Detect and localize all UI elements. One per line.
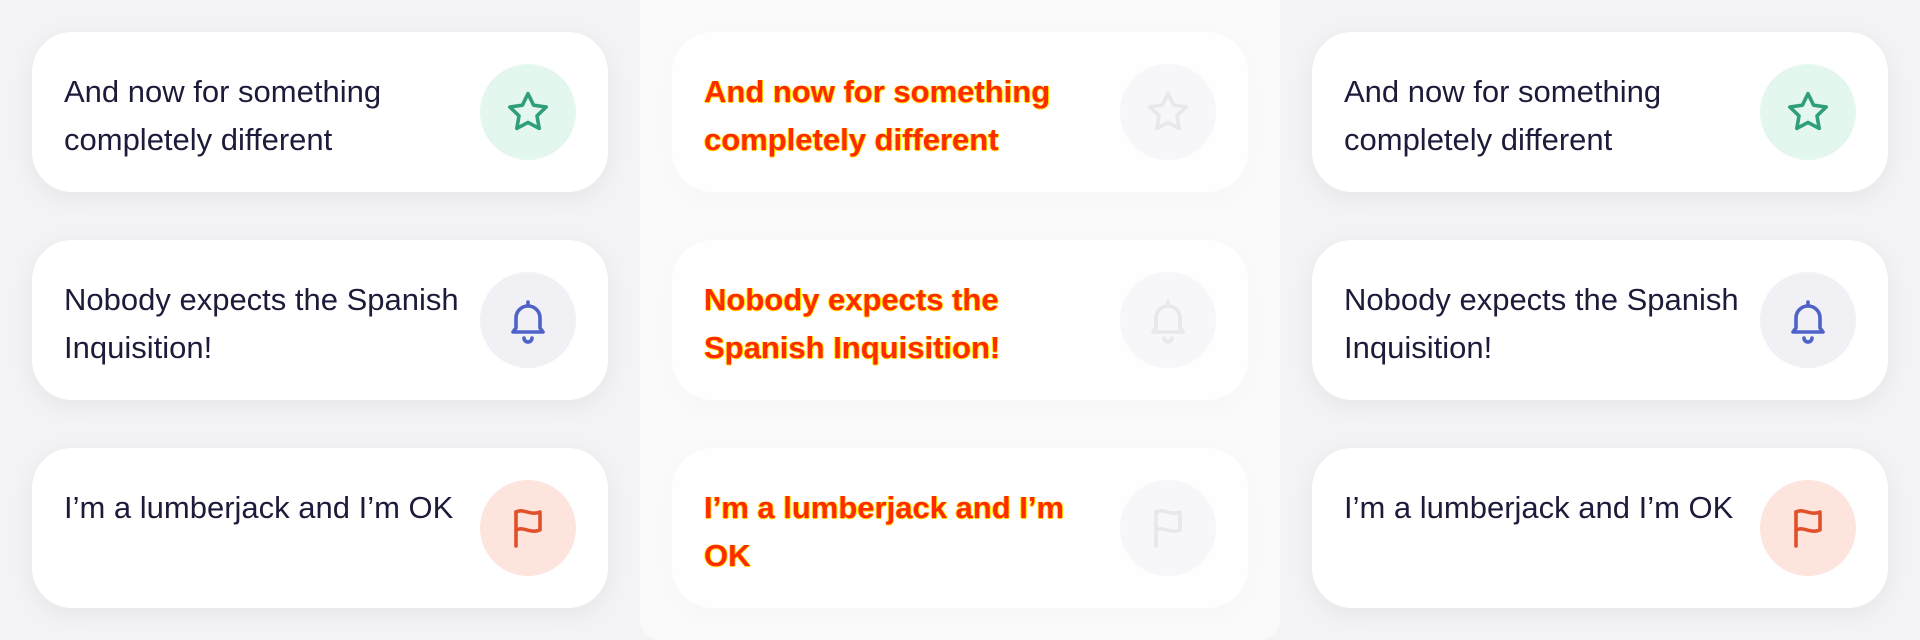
icon-badge[interactable] xyxy=(1760,272,1856,368)
column-middle: And now for something completely differe… xyxy=(640,0,1280,640)
icon-badge[interactable] xyxy=(1760,480,1856,576)
column-left: And now for something completely differe… xyxy=(0,0,640,640)
icon-badge[interactable] xyxy=(480,64,576,160)
notification-card[interactable]: Nobody expects the Spanish Inquisition! xyxy=(1312,240,1888,400)
column-right: And now for something completely differe… xyxy=(1280,0,1920,640)
flag-icon xyxy=(1794,509,1822,548)
icon-badge[interactable] xyxy=(1760,64,1856,160)
icon-badge[interactable] xyxy=(480,272,576,368)
notification-card[interactable]: And now for something completely differe… xyxy=(1312,32,1888,192)
icon-badge[interactable] xyxy=(1120,480,1216,576)
card-text: Nobody expects the Spanish Inquisition! xyxy=(1344,282,1739,365)
star-icon xyxy=(508,91,548,131)
icon-badge[interactable] xyxy=(1120,64,1216,160)
notification-card[interactable]: And now for something completely differe… xyxy=(672,32,1248,192)
star-icon xyxy=(1148,91,1188,131)
card-text: Nobody expects the Spanish Inquisition! xyxy=(64,282,459,365)
star-icon xyxy=(1788,91,1828,131)
icon-badge[interactable] xyxy=(480,480,576,576)
bell-icon xyxy=(1151,300,1185,344)
notification-card[interactable]: I’m a lumberjack and I’m OK xyxy=(1312,448,1888,608)
flag-icon xyxy=(514,509,542,548)
bell-icon xyxy=(511,300,545,344)
card-text: And now for something completely differe… xyxy=(1344,74,1662,157)
bell-icon xyxy=(1791,300,1825,344)
card-text: I’m a lumberjack and I’m OK xyxy=(1344,490,1734,525)
notification-card[interactable]: And now for something completely differe… xyxy=(32,32,608,192)
notification-grid: And now for something completely differe… xyxy=(0,0,1920,640)
card-text: And now for something completely differe… xyxy=(64,74,382,157)
card-text: I’m a lumberjack and I’m OK xyxy=(64,490,454,525)
card-text: I’m a lumberjack and I’m OK xyxy=(704,490,1065,573)
card-text: And now for something completely differe… xyxy=(704,74,1051,157)
notification-card[interactable]: I’m a lumberjack and I’m OK xyxy=(672,448,1248,608)
icon-badge[interactable] xyxy=(1120,272,1216,368)
notification-card[interactable]: I’m a lumberjack and I’m OK xyxy=(32,448,608,608)
flag-icon xyxy=(1154,509,1182,548)
card-text: Nobody expects the Spanish Inquisition! xyxy=(704,282,1001,365)
notification-card[interactable]: Nobody expects the Spanish Inquisition! xyxy=(672,240,1248,400)
notification-card[interactable]: Nobody expects the Spanish Inquisition! xyxy=(32,240,608,400)
